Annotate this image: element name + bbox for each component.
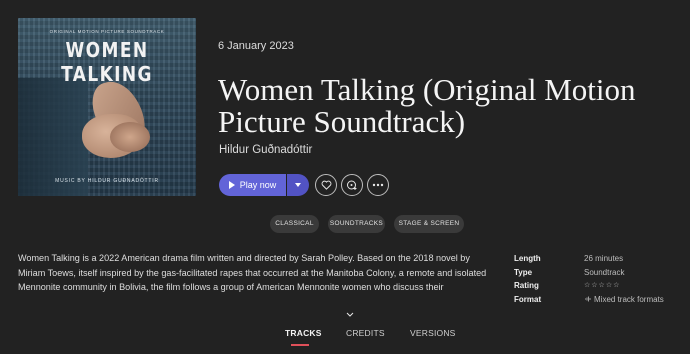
genre-tag[interactable]: SOUNDTRACKS (328, 215, 385, 233)
album-cover[interactable]: ORIGINAL MOTION PICTURE SOUNDTRACK WOMEN… (18, 18, 196, 196)
cover-subtitle: ORIGINAL MOTION PICTURE SOUNDTRACK (49, 29, 165, 34)
cover-credit: MUSIC BY HILDUR GUÐNADÓTTIR (55, 178, 159, 184)
genre-tag[interactable]: CLASSICAL (270, 215, 319, 233)
mixed-format-icon (585, 296, 591, 301)
album-description: Women Talking is a 2022 American drama f… (18, 253, 487, 292)
expand-description-button[interactable] (346, 304, 354, 322)
disc-plus-icon (347, 180, 357, 190)
meta-type: Type Soundtrack (514, 266, 664, 280)
tab-credits[interactable]: CREDITS (346, 328, 385, 338)
cover-title: WOMEN TALKING (61, 39, 153, 87)
more-options-button[interactable] (367, 174, 389, 196)
chevron-down-icon (346, 312, 354, 317)
artist-link[interactable]: Hildur Guðnadóttir (219, 144, 312, 156)
album-title: Women Talking (Original Motion Picture S… (218, 72, 636, 139)
tab-tracks[interactable]: TRACKS (285, 328, 322, 338)
meta-label: Type (514, 267, 533, 277)
meta-label: Rating (514, 281, 539, 290)
album-tabs: TRACKS CREDITS VERSIONS (0, 328, 690, 354)
meta-label: Format (514, 294, 542, 304)
genre-tags: CLASSICAL SOUNDTRACKS STAGE & SCREEN (0, 215, 690, 235)
meta-value: 26 minutes (584, 254, 624, 263)
meta-value: Mixed track formats (584, 293, 664, 307)
play-button-group: Play now (219, 174, 309, 196)
add-to-collection-button[interactable] (341, 174, 363, 196)
meta-rating: Rating ☆☆☆☆☆ (514, 279, 664, 293)
caret-down-icon (295, 183, 301, 187)
tab-versions[interactable]: VERSIONS (410, 328, 456, 338)
favorite-button[interactable] (315, 174, 337, 196)
format-value: Mixed track formats (594, 294, 664, 304)
meta-value: Soundtrack (584, 267, 625, 277)
genre-tag[interactable]: STAGE & SCREEN (394, 215, 464, 233)
active-tab-indicator (291, 344, 309, 346)
album-metadata: Length 26 minutes Type Soundtrack Rating… (514, 252, 664, 306)
release-date: 6 January 2023 (218, 40, 294, 52)
rating-stars[interactable]: ☆☆☆☆☆ (584, 279, 620, 293)
meta-format: Format Mixed track formats (514, 293, 664, 307)
more-dots-icon (372, 183, 384, 187)
play-icon (228, 181, 235, 189)
play-now-label: Play now (239, 180, 277, 190)
play-now-button[interactable]: Play now (219, 174, 286, 196)
meta-length: Length 26 minutes (514, 252, 664, 266)
cover-hand (110, 122, 150, 152)
heart-icon (321, 180, 331, 190)
play-options-dropdown[interactable] (287, 174, 309, 196)
meta-label: Length (514, 254, 541, 263)
